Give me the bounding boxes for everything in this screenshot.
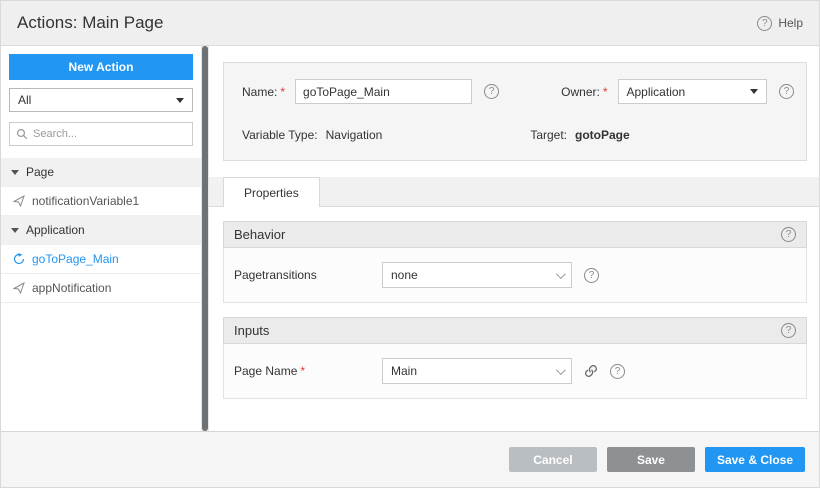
inputs-section-body: Page Name * Main [223,344,807,399]
actions-tree: Page notificationVariable1 Application g… [1,158,201,431]
action-summary-panel: Name:* Owner:* Application Variable Type… [223,62,807,161]
behavior-section-header: Behavior [223,221,807,248]
behavior-section: Behavior Pagetransitions none [223,221,807,303]
dialog-header: Actions: Main Page Help [1,1,819,46]
name-input[interactable] [295,79,473,104]
tree-item-notificationvariable1[interactable]: notificationVariable1 [1,187,201,216]
help-icon [757,15,773,31]
pagetransitions-label: Pagetransitions [234,268,317,282]
select-arrow-icon [750,89,758,94]
type-target-row: Variable Type: Navigation Target: gotoPa… [224,128,806,142]
save-button[interactable]: Save [606,447,695,472]
scrollbar-thumb[interactable] [202,46,208,431]
required-asterisk: * [280,84,286,99]
sidebar-scrollbar[interactable] [201,46,209,431]
owner-select[interactable]: Application [617,79,767,104]
select-arrow-icon [176,97,184,103]
tree-group-label: Application [26,223,85,237]
variable-type-value: Navigation [325,128,383,142]
page-title: Actions: Main Page [17,13,164,32]
pagetransitions-select[interactable]: none [382,262,572,288]
collapse-icon [11,227,19,233]
new-action-button[interactable]: New Action [9,54,193,80]
pagetransitions-help-icon[interactable] [584,267,599,283]
inputs-section-header: Inputs [223,317,807,344]
search-input[interactable] [33,128,186,140]
behavior-help-icon[interactable] [781,227,796,242]
actions-filter-select[interactable]: All [9,88,193,112]
name-help-icon[interactable] [484,84,500,99]
page-name-label: Page Name * [234,364,306,378]
owner-value: Application [626,84,686,99]
notification-action-icon [13,195,25,207]
page-name-row: Page Name * Main [234,358,806,384]
actions-sidebar: New Action All Page [1,46,201,431]
behavior-section-body: Pagetransitions none [223,248,807,303]
pagetransitions-value: none [391,268,418,282]
action-detail-panel: Name:* Owner:* Application Variable Type… [209,46,819,431]
owner-help-icon[interactable] [779,84,794,99]
name-owner-row: Name:* Owner:* Application [224,79,806,104]
inputs-help-icon[interactable] [781,323,796,338]
inputs-section: Inputs Page Name* Main [223,317,807,399]
save-close-button[interactable]: Save & Close [704,447,805,472]
required-asterisk: * [602,84,608,99]
tree-group-label: Page [26,165,55,179]
chevron-down-icon [555,268,566,279]
variable-type-label: Variable Type: [242,128,318,142]
pagetransitions-row: Pagetransitions none [234,262,806,288]
target-value: gotoPage [575,128,630,142]
tree-item-label: appNotification [32,281,112,295]
filter-value: All [18,93,32,107]
required-asterisk: * [300,364,306,378]
page-name-select[interactable]: Main [382,358,572,384]
tree-item-label: goToPage_Main [32,252,119,266]
owner-label: Owner: * [561,84,608,99]
chevron-down-icon [555,364,566,375]
tree-item-label: notificationVariable1 [32,194,140,208]
target-label: Target: [530,128,567,142]
notification-action-icon [13,282,25,294]
help-label: Help [778,16,803,30]
tree-item-appnotification[interactable]: appNotification [1,274,201,303]
search-icon [16,128,28,140]
inputs-title: Inputs [234,323,270,338]
tree-group-page[interactable]: Page [1,158,201,187]
tree-item-gotopage-main[interactable]: goToPage_Main [1,245,201,274]
page-name-help-icon[interactable] [610,363,625,379]
collapse-icon [11,169,19,175]
search-box [9,122,193,146]
name-label: Name: * [242,84,286,99]
behavior-title: Behavior [234,227,286,242]
tree-group-application[interactable]: Application [1,216,201,245]
actions-dialog: Actions: Main Page Help New Action All [0,0,820,488]
dialog-footer: Cancel Save Save & Close [1,431,819,487]
tab-properties[interactable]: Properties [223,177,320,207]
cancel-button[interactable]: Cancel [508,447,597,472]
navigation-action-icon [13,253,25,265]
help-link[interactable]: Help [757,15,803,31]
detail-tabbar: Properties [209,177,819,207]
dialog-body: New Action All Page [1,46,819,431]
page-name-value: Main [391,364,418,378]
bind-variable-link-icon[interactable] [584,364,598,378]
